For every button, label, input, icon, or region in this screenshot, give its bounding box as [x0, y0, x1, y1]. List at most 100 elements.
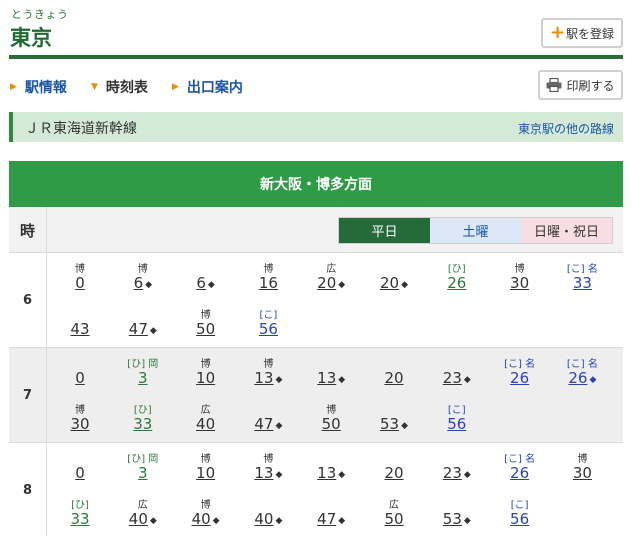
train-departure[interactable]: [こ] 56	[490, 489, 550, 535]
train-departure[interactable]: 広 40 ◆	[113, 489, 173, 535]
train-departure[interactable]: 13 ◆	[301, 443, 361, 489]
departure-minute[interactable]: 40	[176, 415, 236, 433]
train-departure[interactable]: [ひ] 岡3	[113, 348, 173, 394]
departure-minute[interactable]: 0	[50, 274, 110, 292]
train-departure[interactable]: 広 50	[364, 489, 424, 535]
train-departure[interactable]: 博 30	[552, 443, 612, 489]
train-departure[interactable]: 博0	[50, 253, 110, 299]
departure-minute[interactable]: 3	[113, 369, 173, 387]
departure-minute[interactable]: 6 ◆	[113, 274, 173, 292]
train-departure[interactable]: 23 ◆	[427, 348, 487, 394]
train-departure[interactable]: 43	[50, 299, 110, 345]
departure-minute[interactable]: 56	[427, 415, 487, 433]
train-departure[interactable]: [こ] 名 26	[490, 348, 550, 394]
departure-minute[interactable]: 13 ◆	[301, 369, 361, 387]
train-departure[interactable]: 47 ◆	[113, 299, 173, 345]
departure-minute[interactable]: 33	[50, 510, 110, 528]
departure-minute[interactable]: 30	[490, 274, 550, 292]
departure-minute[interactable]: 20	[364, 464, 424, 482]
train-departure[interactable]: 広 40	[176, 394, 236, 440]
train-departure[interactable]: 20	[364, 348, 424, 394]
departure-minute[interactable]: 50	[301, 415, 361, 433]
train-departure[interactable]: 23 ◆	[427, 443, 487, 489]
train-departure[interactable]: 博 13 ◆	[238, 348, 298, 394]
departure-minute[interactable]: 13 ◆	[238, 464, 298, 482]
departure-minute[interactable]: 26	[490, 464, 550, 482]
tab-holiday[interactable]: 日曜・祝日	[521, 218, 612, 243]
train-departure[interactable]: 博 50	[301, 394, 361, 440]
departure-minute[interactable]: 13 ◆	[301, 464, 361, 482]
train-departure[interactable]: 0	[50, 348, 110, 394]
departure-minute[interactable]: 30	[50, 415, 110, 433]
train-departure[interactable]: [ひ] 岡3	[113, 443, 173, 489]
departure-minute[interactable]: 26 ◆	[552, 369, 612, 387]
print-button[interactable]: 印刷する	[538, 70, 623, 100]
departure-minute[interactable]: 16	[238, 274, 298, 292]
train-departure[interactable]: [こ] 名 26 ◆	[552, 348, 612, 394]
train-departure[interactable]: 博 30	[50, 394, 110, 440]
train-departure[interactable]: 6 ◆	[176, 253, 236, 299]
departure-minute[interactable]: 26	[427, 274, 487, 292]
departure-minute[interactable]: 0	[50, 464, 110, 482]
departure-minute[interactable]: 53 ◆	[364, 415, 424, 433]
departure-minute[interactable]: 53 ◆	[427, 510, 487, 528]
train-departure[interactable]: 47 ◆	[301, 489, 361, 535]
train-departure[interactable]: 博 13 ◆	[238, 443, 298, 489]
other-lines-link[interactable]: 東京駅の他の路線	[518, 120, 614, 137]
train-departure[interactable]: 博 16	[238, 253, 298, 299]
departure-minute[interactable]: 33	[113, 415, 173, 433]
train-departure[interactable]: [こ] 名 26	[490, 443, 550, 489]
departure-minute[interactable]: 30	[552, 464, 612, 482]
tab-weekday[interactable]: 平日	[339, 218, 430, 243]
departure-minute[interactable]: 26	[490, 369, 550, 387]
nav-item-exit-guide[interactable]: ▶ 出口案内	[172, 77, 243, 97]
departure-minute[interactable]: 6 ◆	[176, 274, 236, 292]
departure-minute[interactable]: 33	[552, 274, 612, 292]
departure-minute[interactable]: 56	[490, 510, 550, 528]
departure-minute[interactable]: 47 ◆	[113, 320, 173, 338]
train-departure[interactable]: 広 20 ◆	[301, 253, 361, 299]
train-departure[interactable]: [ひ] 26	[427, 253, 487, 299]
train-departure[interactable]: 0	[50, 443, 110, 489]
departure-minute[interactable]: 47 ◆	[301, 510, 361, 528]
departure-minute[interactable]: 3	[113, 464, 173, 482]
departure-minute[interactable]: 56	[238, 320, 298, 338]
train-departure[interactable]: [ひ] 33	[113, 394, 173, 440]
train-departure[interactable]: 博 40 ◆	[176, 489, 236, 535]
train-departure[interactable]: 47 ◆	[238, 394, 298, 440]
departure-minute[interactable]: 40 ◆	[238, 510, 298, 528]
departure-minute[interactable]: 20	[364, 369, 424, 387]
train-departure[interactable]: 博 10	[176, 443, 236, 489]
departure-minute[interactable]: 23 ◆	[427, 464, 487, 482]
train-departure[interactable]: 博 50	[176, 299, 236, 345]
train-departure[interactable]: 博 6 ◆	[113, 253, 173, 299]
train-departure[interactable]: 13 ◆	[301, 348, 361, 394]
train-departure[interactable]: [こ] 名 33	[552, 253, 612, 299]
train-departure[interactable]: 20	[364, 443, 424, 489]
tab-saturday[interactable]: 土曜	[430, 218, 521, 243]
departure-minute[interactable]: 10	[176, 369, 236, 387]
train-departure[interactable]: 40 ◆	[238, 489, 298, 535]
departure-minute[interactable]: 20 ◆	[301, 274, 361, 292]
train-departure[interactable]: [こ] 56	[427, 394, 487, 440]
train-departure[interactable]: [こ] 56	[238, 299, 298, 345]
departure-minute[interactable]: 40 ◆	[113, 510, 173, 528]
train-departure[interactable]: 博 10	[176, 348, 236, 394]
departure-minute[interactable]: 23 ◆	[427, 369, 487, 387]
departure-minute[interactable]: 20 ◆	[364, 274, 424, 292]
departure-minute[interactable]: 10	[176, 464, 236, 482]
train-departure[interactable]: 53 ◆	[427, 489, 487, 535]
nav-item-station-info[interactable]: ▶ 駅情報	[10, 77, 67, 97]
register-station-button[interactable]: + 駅を登録	[541, 18, 623, 48]
train-departure[interactable]: [ひ] 33	[50, 489, 110, 535]
departure-minute[interactable]: 40 ◆	[176, 510, 236, 528]
departure-minute[interactable]: 43	[50, 320, 110, 338]
train-departure[interactable]: 53 ◆	[364, 394, 424, 440]
departure-minute[interactable]: 50	[364, 510, 424, 528]
departure-minute[interactable]: 0	[50, 369, 110, 387]
departure-minute[interactable]: 13 ◆	[238, 369, 298, 387]
departure-minute[interactable]: 50	[176, 320, 236, 338]
train-departure[interactable]: 博 30	[490, 253, 550, 299]
train-departure[interactable]: 20 ◆	[364, 253, 424, 299]
departure-minute[interactable]: 47 ◆	[238, 415, 298, 433]
